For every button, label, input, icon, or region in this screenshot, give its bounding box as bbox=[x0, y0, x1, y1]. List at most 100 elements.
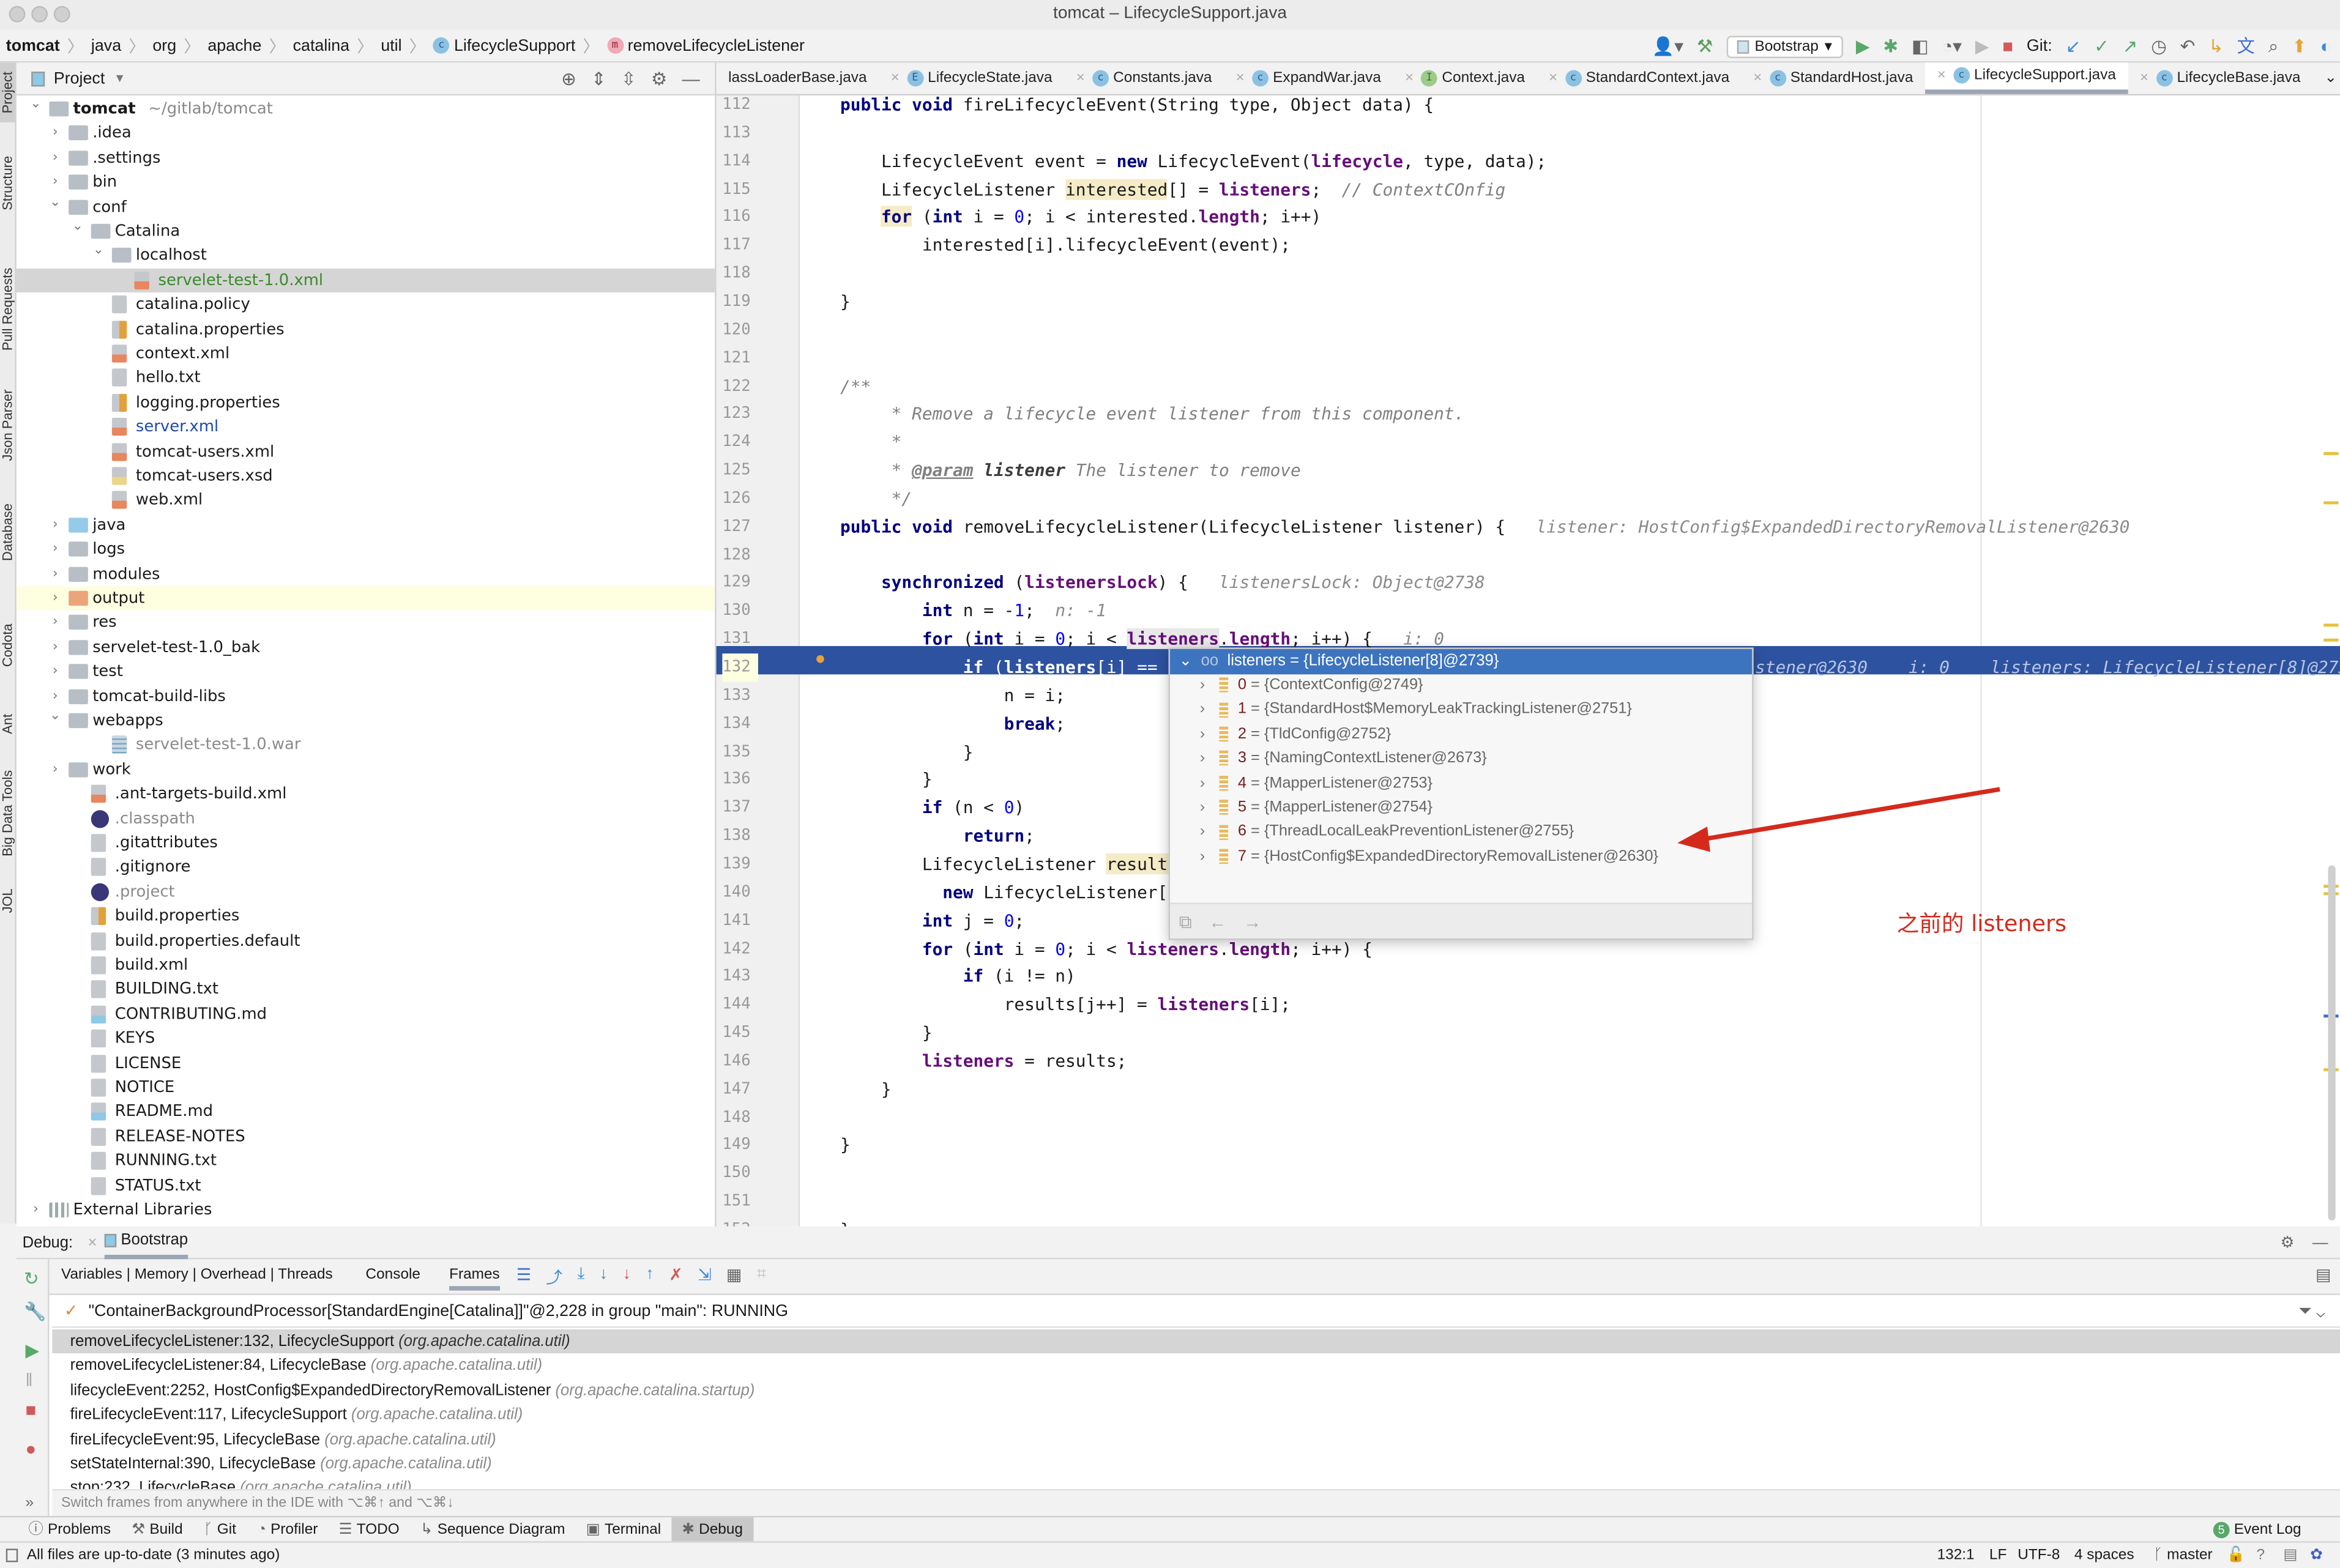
tree-item[interactable]: build.properties.default bbox=[17, 929, 715, 953]
code-line[interactable]: interested[i].lifecycleEvent(event); bbox=[840, 232, 1291, 260]
history-icon[interactable]: ◷ bbox=[2151, 37, 2167, 55]
step-out-icon[interactable]: ↑ bbox=[646, 1265, 654, 1289]
tab-frames[interactable]: Frames bbox=[449, 1267, 500, 1291]
code-line[interactable]: LifecycleListener interested[] = listene… bbox=[840, 176, 1505, 204]
line-number[interactable]: 125 bbox=[722, 456, 758, 485]
breadcrumb-item[interactable]: catalina bbox=[293, 37, 349, 54]
line-number[interactable]: 112 bbox=[722, 91, 758, 119]
stop-icon[interactable]: ■ bbox=[25, 1400, 36, 1421]
notifications-icon[interactable]: ▤ bbox=[2283, 1543, 2297, 1568]
tree-item[interactable]: › java bbox=[17, 513, 715, 537]
chevron-down-icon[interactable]: ⌄ bbox=[28, 92, 43, 117]
breadcrumb-item[interactable]: apache bbox=[207, 37, 261, 54]
close-tab-icon[interactable]: × bbox=[1753, 69, 1762, 86]
tree-item[interactable]: › work bbox=[17, 757, 715, 782]
line-number[interactable]: 141 bbox=[722, 907, 758, 935]
tree-item[interactable]: LICENSE bbox=[17, 1051, 715, 1076]
tree-item[interactable]: catalina.policy bbox=[17, 292, 715, 317]
chevron-down-icon[interactable]: ⌄ bbox=[48, 704, 62, 729]
line-number[interactable]: 148 bbox=[722, 1104, 758, 1132]
code-line[interactable]: } bbox=[840, 1132, 851, 1160]
locate-icon[interactable]: ⊕ bbox=[561, 68, 576, 89]
editor-tab[interactable]: × c LifecycleBase.java bbox=[2128, 62, 2312, 94]
code-line[interactable]: public void removeLifecycleListener(Life… bbox=[840, 513, 2129, 541]
tree-item[interactable]: hello.txt bbox=[17, 366, 715, 390]
chevron-right-icon[interactable]: › bbox=[1200, 751, 1205, 767]
line-number[interactable]: 137 bbox=[722, 794, 758, 822]
line-number[interactable]: 132 bbox=[722, 653, 758, 682]
chevron-right-icon[interactable]: › bbox=[48, 537, 62, 562]
git-branch[interactable]: master bbox=[2167, 1543, 2213, 1568]
tab-list-chevron-icon[interactable]: ⌄ bbox=[2312, 62, 2340, 94]
indent-setting[interactable]: 4 spaces bbox=[2074, 1543, 2134, 1568]
chevron-down-icon[interactable]: ⌄ bbox=[70, 215, 85, 239]
code-line[interactable]: } bbox=[840, 288, 851, 316]
code-line[interactable]: return; bbox=[840, 822, 1035, 850]
tree-item[interactable]: BUILDING.txt bbox=[17, 978, 715, 1002]
breadcrumb-item[interactable]: org bbox=[152, 37, 176, 54]
editor-tab[interactable]: × c StandardContext.java bbox=[1537, 62, 1742, 94]
tree-item[interactable]: ⌄ conf bbox=[17, 195, 715, 219]
line-number[interactable]: 129 bbox=[722, 569, 758, 597]
expand-all-icon[interactable]: ⇕ bbox=[591, 68, 606, 89]
restore-layout-icon[interactable]: ▤ bbox=[2316, 1265, 2331, 1285]
line-number[interactable]: 136 bbox=[722, 766, 758, 794]
settings-wrench-icon[interactable]: 🔧 bbox=[24, 1301, 46, 1322]
tree-item[interactable]: › .settings bbox=[17, 146, 715, 171]
lock-icon[interactable]: 🔓 bbox=[2227, 1543, 2245, 1568]
line-number[interactable]: 149 bbox=[722, 1132, 758, 1160]
chevron-right-icon[interactable]: › bbox=[1200, 824, 1205, 841]
tree-item[interactable]: › servelet-test-1.0_bak bbox=[17, 635, 715, 660]
drop-frame-icon[interactable]: ✗ bbox=[669, 1265, 682, 1289]
tree-item[interactable]: › output bbox=[16, 586, 715, 611]
code-line[interactable]: /** bbox=[840, 372, 871, 400]
chevron-right-icon[interactable]: › bbox=[1200, 775, 1205, 792]
code-line[interactable]: * bbox=[840, 428, 902, 456]
code-line[interactable]: results[j++] = listeners[i]; bbox=[840, 991, 1291, 1019]
line-number[interactable]: 144 bbox=[722, 991, 758, 1019]
force-step-into-icon[interactable]: ↓ bbox=[623, 1265, 631, 1289]
thread-selector[interactable]: ✓ "ContainerBackgroundProcessor[Standard… bbox=[52, 1295, 2340, 1328]
breakpoint-warning-icon[interactable]: ● bbox=[815, 647, 826, 668]
code-line[interactable]: * @param listener The listener to remove bbox=[840, 456, 1301, 485]
tool-window-codota[interactable]: Codota bbox=[0, 600, 15, 689]
code-line[interactable]: listeners = results; bbox=[840, 1047, 1127, 1076]
code-line[interactable]: } bbox=[840, 1019, 933, 1047]
line-number[interactable]: 115 bbox=[722, 176, 758, 204]
tree-item[interactable]: ⌄ tomcat ~/gitlab/tomcat bbox=[17, 97, 715, 122]
warning-marker[interactable] bbox=[2323, 451, 2339, 455]
tool-window-big-data-tools[interactable]: Big Data Tools bbox=[0, 761, 15, 866]
warning-marker[interactable] bbox=[2323, 638, 2339, 642]
tree-item[interactable]: STATUS.txt bbox=[17, 1173, 715, 1198]
chevron-right-icon[interactable]: › bbox=[48, 513, 62, 537]
tree-item[interactable]: › res bbox=[17, 611, 715, 635]
line-number[interactable]: 138 bbox=[722, 822, 758, 850]
tree-item[interactable]: › test bbox=[17, 660, 715, 684]
zoom-window-button[interactable] bbox=[53, 6, 70, 23]
gear-icon[interactable]: ⚙ bbox=[2281, 1233, 2295, 1251]
rerun-icon[interactable]: ↻ bbox=[24, 1268, 39, 1289]
code-line[interactable]: } bbox=[840, 1076, 892, 1104]
tree-item[interactable]: ⌄ webapps bbox=[17, 708, 715, 733]
close-tab-icon[interactable]: × bbox=[1076, 69, 1085, 86]
editor-tab[interactable]: × I Context.java bbox=[1393, 62, 1537, 94]
popup-item[interactable]: › 6 = {ThreadLocalLeakPreventionListener@… bbox=[1170, 821, 1574, 845]
tree-item[interactable]: logging.properties bbox=[17, 390, 715, 415]
chevron-down-icon[interactable]: ⌄ bbox=[1179, 652, 1192, 670]
tree-item[interactable]: web.xml bbox=[17, 488, 715, 513]
tree-item[interactable]: context.xml bbox=[17, 341, 715, 366]
chevron-right-icon[interactable]: › bbox=[48, 586, 62, 611]
line-number[interactable]: 131 bbox=[722, 625, 758, 653]
line-number[interactable]: 139 bbox=[722, 850, 758, 879]
code-line[interactable]: int n = -1; n: -1 bbox=[840, 597, 1106, 625]
line-number[interactable]: 114 bbox=[722, 147, 758, 176]
breadcrumb-item[interactable]: tomcat bbox=[6, 37, 60, 54]
tool-window-structure[interactable]: Structure bbox=[0, 137, 15, 229]
stop-icon[interactable]: ■ bbox=[2002, 37, 2013, 55]
file-encoding[interactable]: UTF-8 bbox=[2018, 1543, 2060, 1568]
line-number[interactable]: 147 bbox=[722, 1076, 758, 1104]
step-over-icon[interactable]: ⤓ bbox=[578, 1265, 585, 1289]
debug-icon[interactable]: ✱ bbox=[1883, 37, 1898, 55]
tree-item[interactable]: .project bbox=[17, 880, 715, 904]
popup-item[interactable]: › 0 = {ContextConfig@2749} bbox=[1170, 674, 1423, 699]
